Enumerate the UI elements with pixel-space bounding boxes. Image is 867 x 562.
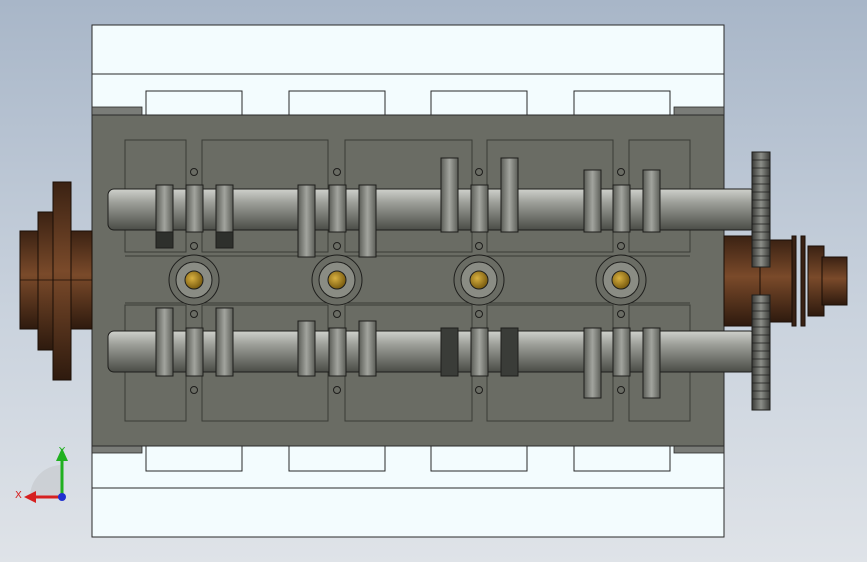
orientation-triad[interactable]: X Y: [15, 446, 68, 503]
bottom-plate[interactable]: [91, 444, 725, 538]
head-block[interactable]: [91, 114, 725, 447]
y-axis-label: Y: [58, 446, 66, 457]
timing-gear-top[interactable]: [751, 151, 771, 268]
plug-well-1: [168, 254, 220, 306]
x-axis-label: X: [15, 490, 22, 501]
plug-well-2: [311, 254, 363, 306]
plug-well-3: [453, 254, 505, 306]
model-viewport[interactable]: X Y: [0, 0, 867, 562]
timing-gear-bottom[interactable]: [751, 294, 771, 411]
plug-well-4: [595, 254, 647, 306]
top-plate[interactable]: [91, 24, 725, 116]
left-pulley[interactable]: [19, 181, 93, 381]
origin-dot: [58, 493, 66, 501]
right-pulley[interactable]: [723, 235, 848, 327]
